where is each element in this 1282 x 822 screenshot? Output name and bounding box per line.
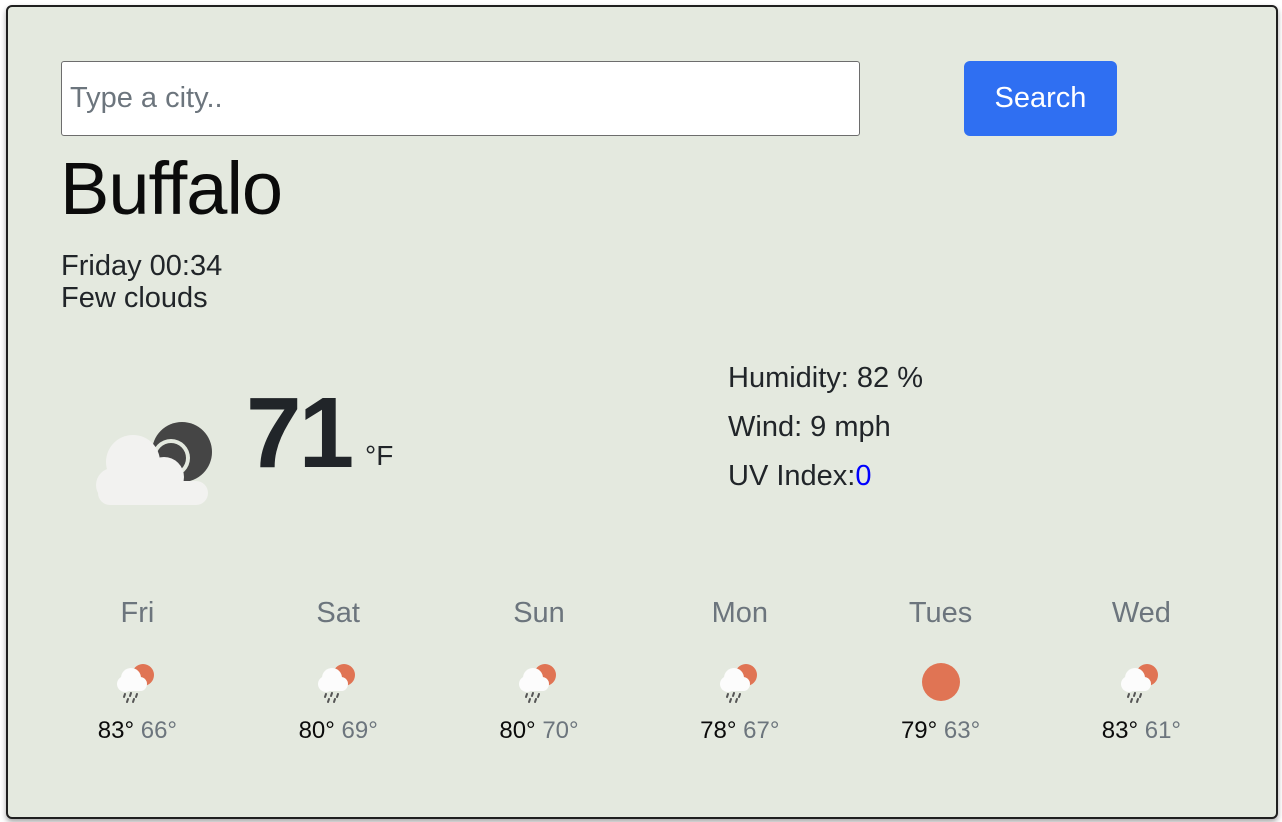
- forecast-day-name: Tues: [908, 597, 973, 629]
- current-meta: Friday 00:34 Few clouds: [61, 250, 222, 314]
- forecast-high: 83°: [1101, 717, 1139, 744]
- forecast-day-name: Sat: [316, 597, 360, 629]
- forecast-low: 61°: [1144, 717, 1182, 744]
- cloud-moon-icon: [88, 415, 223, 515]
- forecast-day: Fri 83° 66°: [37, 595, 238, 745]
- forecast-high: 80°: [499, 717, 536, 744]
- rain-sun-icon: [439, 655, 640, 709]
- forecast-low: 69°: [341, 717, 378, 744]
- humidity-text: Humidity: 82 %: [728, 362, 924, 394]
- forecast-day: Tues 79° 63°: [840, 595, 1041, 745]
- rain-sun-icon: [37, 655, 238, 709]
- forecast-low: 67°: [743, 717, 780, 744]
- forecast-low: 70°: [542, 717, 579, 744]
- search-button[interactable]: Search: [964, 61, 1117, 136]
- forecast-high: 80°: [298, 717, 335, 744]
- forecast-day: Sat 80° 69°: [238, 595, 439, 745]
- uv-index-label: UV Index:: [728, 460, 856, 492]
- forecast-day-name: Mon: [711, 597, 768, 629]
- rain-sun-icon: [639, 655, 840, 709]
- rain-sun-icon: [238, 655, 439, 709]
- forecast-low: 66°: [140, 717, 178, 744]
- forecast-day: Sun 80° 70°: [439, 595, 640, 745]
- forecast-day: Wed 83° 61°: [1041, 595, 1242, 745]
- forecast-day-name: Wed: [1111, 597, 1171, 629]
- forecast-high: 83°: [97, 717, 135, 744]
- uv-index: UV Index:0: [728, 459, 923, 508]
- forecast-low: 63°: [943, 717, 981, 744]
- forecast-day-name: Sun: [513, 597, 565, 629]
- current-datetime: Friday 00:34: [61, 250, 223, 282]
- city-name: Buffalo: [60, 147, 283, 230]
- forecast-row: Fri 83° 66° Sat 80° 69° Sun 80° 70° Mon …: [37, 595, 1242, 745]
- forecast-day: Mon 78° 67°: [639, 595, 840, 745]
- current-description: Few clouds: [61, 282, 208, 314]
- current-temperature: 71: [246, 377, 354, 489]
- temperature-unit: °F: [365, 440, 394, 471]
- sun-icon: [840, 655, 1041, 709]
- uv-index-value: 0: [855, 460, 872, 492]
- forecast-high: 79°: [900, 717, 938, 744]
- rain-sun-icon: [1041, 655, 1242, 709]
- weather-details: Humidity: 82 % Wind: 9 mph UV Index:0: [728, 361, 923, 508]
- forecast-day-name: Fri: [120, 597, 155, 629]
- wind-text: Wind: 9 mph: [728, 411, 891, 443]
- forecast-high: 78°: [700, 717, 737, 744]
- city-search-input[interactable]: [61, 61, 860, 136]
